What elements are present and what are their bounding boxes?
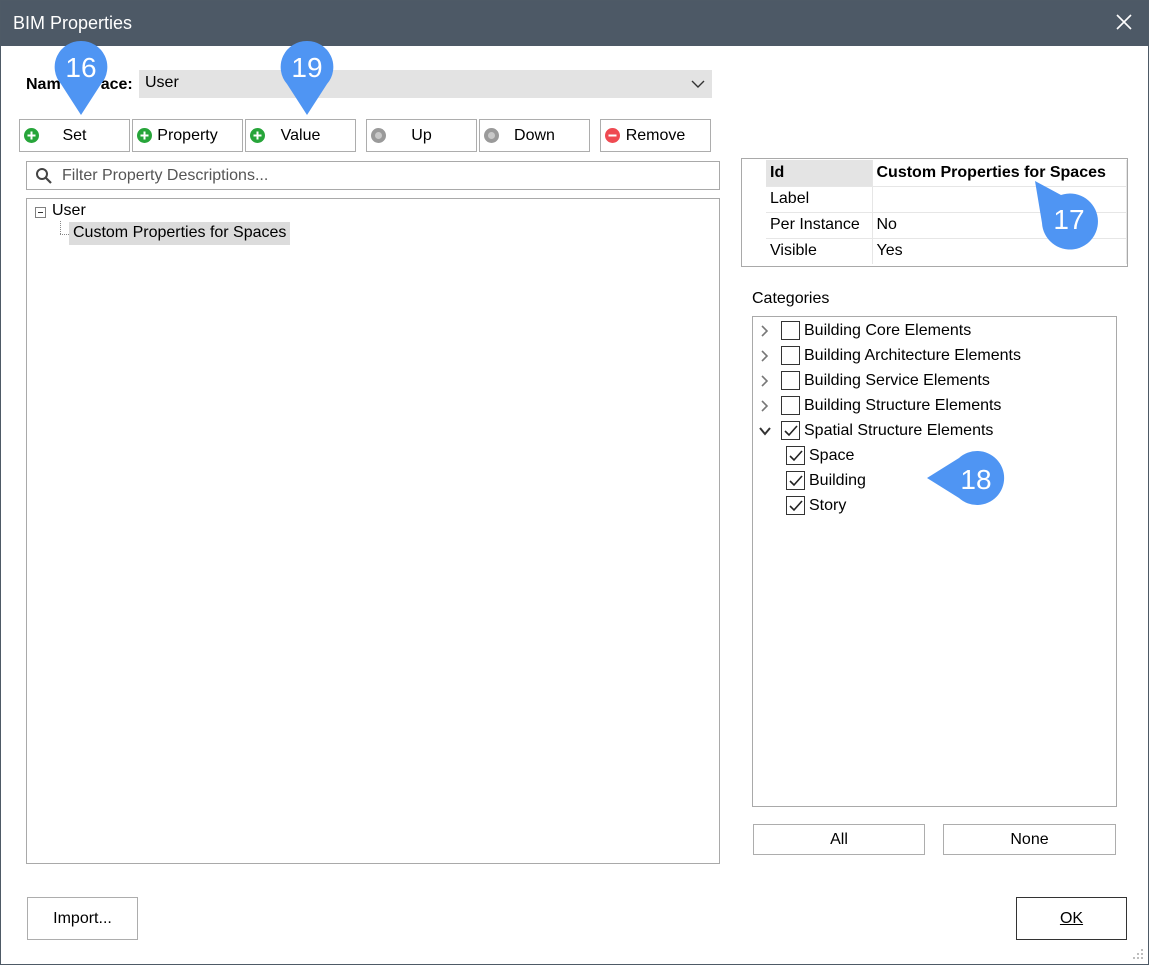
chevron-down-icon [691, 80, 705, 88]
tree-node-user[interactable]: User [52, 202, 86, 220]
callout-marker-16: 16 [54, 40, 108, 116]
select-none-button[interactable]: None [943, 824, 1116, 855]
category-checkbox-checked[interactable] [781, 421, 800, 440]
tree-connector [60, 221, 61, 234]
property-tree: User Custom Properties for Spaces [26, 198, 720, 864]
minus-icon [605, 128, 620, 143]
plus-icon [250, 128, 265, 143]
chevron-right-icon[interactable] [759, 324, 771, 338]
category-checkbox[interactable] [781, 346, 800, 365]
category-item[interactable]: Building Service Elements [759, 368, 990, 393]
plus-icon [137, 128, 152, 143]
namespace-dropdown[interactable]: User [139, 70, 712, 98]
search-icon [36, 168, 52, 184]
subcategory-checkbox-checked[interactable] [786, 446, 805, 465]
move-down-button[interactable]: Down [479, 119, 590, 152]
property-key: Visible [766, 238, 873, 264]
chevron-right-icon[interactable] [759, 374, 771, 388]
close-icon[interactable] [1114, 12, 1134, 32]
remove-button[interactable]: Remove [600, 119, 711, 152]
category-checkbox[interactable] [781, 321, 800, 340]
import-button[interactable]: Import... [27, 897, 138, 940]
category-checkbox[interactable] [781, 371, 800, 390]
property-key: Label [766, 186, 873, 213]
svg-text:18: 18 [960, 464, 991, 495]
callout-marker-18: 18 [927, 451, 1005, 505]
filter-box [26, 161, 720, 190]
namespace-value: User [145, 74, 179, 91]
subcategory-checkbox-checked[interactable] [786, 471, 805, 490]
chevron-right-icon[interactable] [759, 349, 771, 363]
plus-icon [24, 128, 39, 143]
add-property-button[interactable]: Property [132, 119, 243, 152]
bim-properties-dialog: BIM Properties Nam ace: User Set Property… [0, 0, 1149, 965]
category-item[interactable]: Building Core Elements [759, 318, 971, 343]
svg-text:17: 17 [1053, 204, 1084, 235]
property-key: Per Instance [766, 212, 873, 239]
add-value-button[interactable]: Value [245, 119, 356, 152]
subcategory-item[interactable]: Space [786, 443, 854, 468]
categories-tree: Building Core Elements Building Architec… [752, 316, 1117, 807]
resize-grip-icon[interactable] [1132, 948, 1144, 960]
collapse-toggle[interactable] [35, 207, 46, 218]
category-item[interactable]: Spatial Structure Elements [759, 418, 993, 443]
title-bar: BIM Properties [1, 1, 1148, 46]
category-item[interactable]: Building Structure Elements [759, 393, 1001, 418]
window-title: BIM Properties [13, 13, 133, 33]
categories-label: Categories [752, 290, 830, 307]
tree-node-custom-properties[interactable]: Custom Properties for Spaces [69, 222, 291, 245]
filter-input[interactable] [60, 165, 700, 187]
chevron-right-icon[interactable] [759, 399, 771, 413]
subcategory-checkbox-checked[interactable] [786, 496, 805, 515]
select-all-button[interactable]: All [753, 824, 925, 855]
up-icon [371, 128, 386, 143]
move-up-button[interactable]: Up [366, 119, 477, 152]
svg-text:16: 16 [65, 52, 96, 83]
down-icon [484, 128, 499, 143]
tree-connector [60, 234, 69, 235]
property-key: Id [766, 160, 873, 187]
svg-text:19: 19 [291, 52, 322, 83]
subcategory-item[interactable]: Story [786, 493, 846, 518]
add-set-button[interactable]: Set [19, 119, 130, 152]
category-checkbox[interactable] [781, 396, 800, 415]
callout-marker-19: 19 [280, 40, 334, 116]
callout-marker-17: 17 [1035, 181, 1098, 250]
ok-button[interactable]: OK [1016, 897, 1127, 940]
chevron-down-icon[interactable] [759, 424, 771, 438]
subcategory-item[interactable]: Building [786, 468, 866, 493]
category-item[interactable]: Building Architecture Elements [759, 343, 1021, 368]
